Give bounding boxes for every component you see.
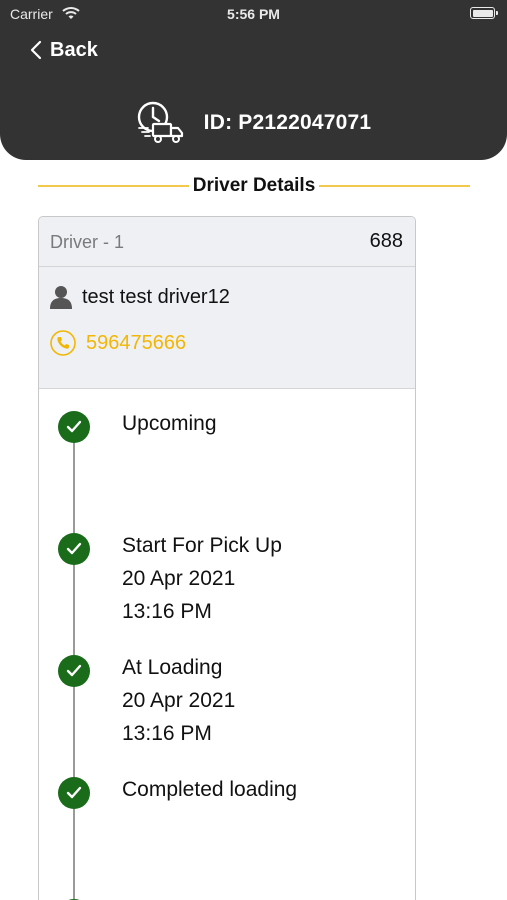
order-id-row: ID: P2122047071 (0, 100, 507, 146)
driver-phone-link[interactable]: 596475666 (50, 330, 186, 356)
back-label: Back (50, 38, 98, 61)
step-date: 20 Apr 2021 (122, 689, 236, 712)
status-bar: Carrier 5:56 PM (0, 0, 507, 28)
check-icon (58, 777, 90, 809)
driver-card-header: Driver - 1 688 (39, 217, 415, 267)
step-status: Upcoming (122, 412, 217, 435)
check-icon (58, 533, 90, 565)
step-date: 20 Apr 2021 (122, 567, 236, 590)
check-icon (58, 655, 90, 687)
driver-name-row: test test driver12 (50, 285, 230, 309)
chevron-left-icon (30, 40, 42, 60)
divider-left (38, 185, 189, 187)
step-time: 13:16 PM (122, 600, 212, 623)
driver-code: 688 (369, 230, 403, 252)
step-status: At Loading (122, 656, 223, 679)
header-bar: Carrier 5:56 PM Back ID: P2122047071 (0, 0, 507, 160)
timeline-step-text: Completed loading (122, 773, 297, 806)
section-title: Driver Details (192, 175, 316, 196)
timeline-step-text: Start For Pick Up 20 Apr 2021 13:16 PM (122, 529, 282, 628)
battery-icon (470, 7, 498, 19)
clock-time: 5:56 PM (227, 6, 280, 22)
step-status: Completed loading (122, 778, 298, 801)
phone-icon (50, 330, 76, 356)
back-button[interactable]: Back (30, 36, 98, 64)
order-id: ID: P2122047071 (203, 111, 372, 134)
clock-truck-icon (137, 101, 183, 143)
driver-card: Driver - 1 688 test test driver12 596475… (38, 216, 416, 900)
driver-phone: 596475666 (86, 331, 187, 354)
timeline-step-text: Upcoming (122, 407, 217, 440)
timeline-step-text: At Loading 20 Apr 2021 13:16 PM (122, 651, 235, 750)
section-heading: Driver Details (38, 174, 471, 198)
status-timeline: Upcoming Start For Pick Up 20 Apr 2021 1… (39, 389, 415, 900)
step-status: Start For Pick Up (122, 534, 282, 557)
check-icon (58, 411, 90, 443)
driver-info: test test driver12 596475666 (39, 267, 415, 389)
driver-number: Driver - 1 (50, 232, 125, 252)
person-icon (50, 286, 72, 309)
driver-name: test test driver12 (82, 285, 230, 308)
step-time: 13:16 PM (122, 722, 212, 745)
divider-right (319, 185, 471, 187)
